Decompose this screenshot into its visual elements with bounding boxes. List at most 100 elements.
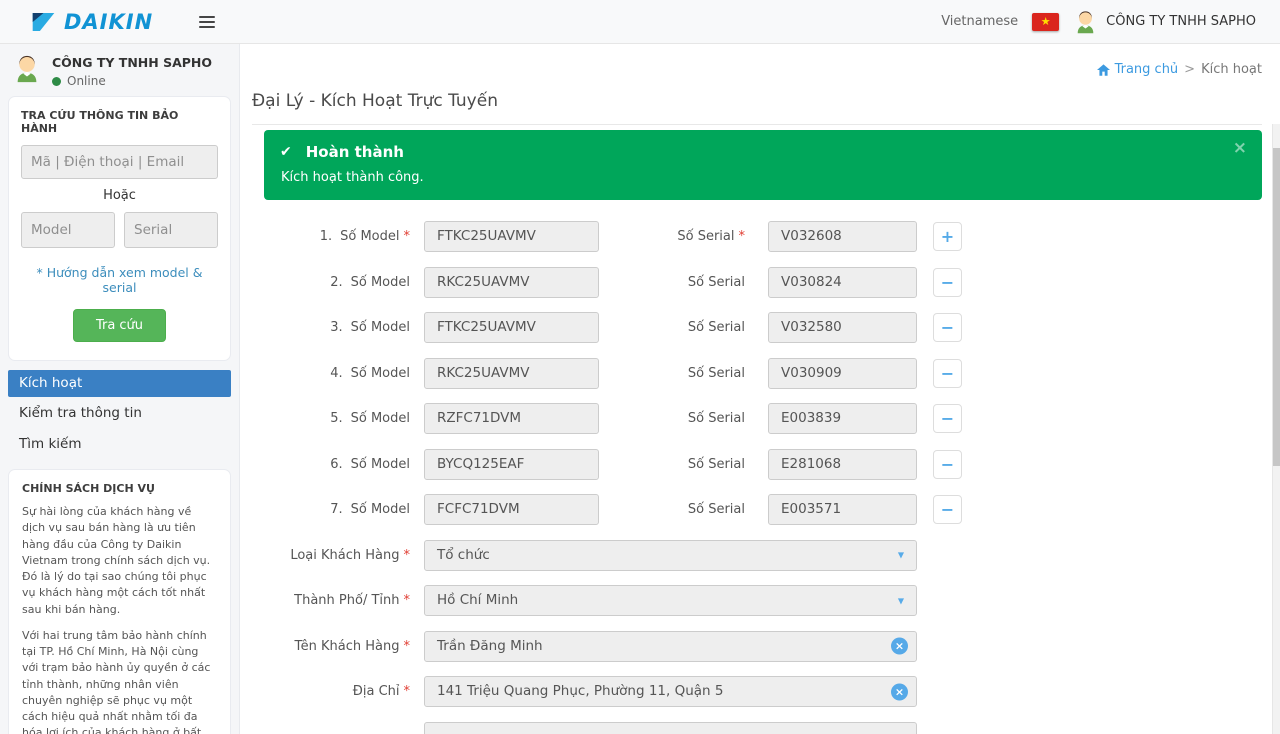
required-asterisk: * (739, 229, 746, 244)
model-label: 2.Số Model* (240, 275, 410, 290)
model-label: 3.Số Model* (240, 320, 410, 335)
device-row: 1.Số Model* FTKC25UAVMV Số Serial* V0326… (240, 214, 1262, 260)
partial-select-field[interactable]: ▼ (424, 722, 917, 734)
clear-icon[interactable]: × (891, 638, 908, 655)
device-row: 4.Số Model* RKC25UAVMV Số Serial* V03090… (240, 351, 1262, 397)
daikin-logo-mark (30, 10, 57, 34)
customer-text-field[interactable]: 141 Triệu Quang Phục, Phường 11, Quận 5 … (424, 676, 917, 707)
top-user-name: CÔNG TY TNHH SAPHO (1106, 14, 1256, 29)
serial-input[interactable]: V030909 (768, 358, 917, 389)
remove-row-button[interactable]: − (933, 313, 962, 342)
device-row: 3.Số Model* FTKC25UAVMV Số Serial* V0325… (240, 305, 1262, 351)
search-button[interactable]: Tra cứu (73, 309, 166, 342)
serial-input[interactable]: V032580 (768, 312, 917, 343)
daikin-logo[interactable]: DAIKIN (30, 10, 153, 34)
model-input[interactable]: BYCQ125EAF (424, 449, 599, 480)
model-input[interactable]: RZFC71DVM (424, 403, 599, 434)
serial-label: Số Serial* (599, 229, 745, 244)
remove-row-button[interactable]: − (933, 404, 962, 433)
scrollbar-thumb[interactable] (1273, 148, 1280, 466)
model-label: 1.Số Model* (240, 229, 410, 244)
customer-field-label: Loại Khách Hàng* (240, 548, 410, 563)
model-label: 7.Số Model* (240, 502, 410, 517)
chevron-down-icon: ▼ (898, 541, 904, 570)
required-asterisk: * (404, 684, 411, 699)
page-title: Đại Lý - Kích Hoạt Trực Tuyến (252, 91, 1262, 125)
add-row-button[interactable]: + (933, 222, 962, 251)
serial-input[interactable]: E003571 (768, 494, 917, 525)
customer-field-label: Thành Phố/ Tỉnh* (240, 593, 410, 608)
serial-input[interactable]: V032608 (768, 221, 917, 252)
serial-search-input[interactable]: Serial (124, 212, 218, 248)
or-label: Hoặc (21, 188, 218, 203)
scrollbar-track (1272, 124, 1280, 734)
daikin-logo-text: DAIKIN (64, 10, 153, 34)
remove-row-button[interactable]: − (933, 450, 962, 479)
customer-select-field[interactable]: Hồ Chí Minh ▼ (424, 585, 917, 616)
menu-icon[interactable] (199, 16, 215, 28)
online-status-label: Online (67, 74, 106, 88)
model-input[interactable]: RKC25UAVMV (424, 358, 599, 389)
avatar (1073, 9, 1098, 34)
required-asterisk: * (404, 593, 411, 608)
customer-field-label: Địa Chỉ* (240, 684, 410, 699)
sidebar-item-search[interactable]: Tìm kiếm (8, 430, 231, 459)
serial-input[interactable]: V030824 (768, 267, 917, 298)
customer-field-row: Địa Chỉ* 141 Triệu Quang Phục, Phường 11… (240, 669, 1262, 715)
customer-text-field[interactable]: Trần Đăng Minh × (424, 631, 917, 662)
model-serial-guide-link[interactable]: * Hướng dẫn xem model & serial (21, 265, 218, 295)
language-label[interactable]: Vietnamese (941, 14, 1018, 29)
model-label: 4.Số Model* (240, 366, 410, 381)
device-row: 6.Số Model* BYCQ125EAF Số Serial* E28106… (240, 442, 1262, 488)
main-content: Trang chủ > Kích hoạt Đại Lý - Kích Hoạt… (240, 44, 1272, 734)
serial-label: Số Serial* (599, 457, 745, 472)
serial-input[interactable]: E003839 (768, 403, 917, 434)
device-row: 2.Số Model* RKC25UAVMV Số Serial* V03082… (240, 260, 1262, 306)
serial-label: Số Serial* (599, 275, 745, 290)
close-icon[interactable]: × (1233, 140, 1247, 157)
activation-form: 1.Số Model* FTKC25UAVMV Số Serial* V0326… (240, 214, 1262, 734)
model-input[interactable]: FTKC25UAVMV (424, 221, 599, 252)
breadcrumb: Trang chủ > Kích hoạt (1097, 62, 1262, 77)
service-policy-card: CHÍNH SÁCH DỊCH VỤ Sự hài lòng của khách… (8, 469, 231, 734)
serial-label: Số Serial* (599, 320, 745, 335)
customer-select-field[interactable]: Tổ chức ▼ (424, 540, 917, 571)
alert-message: Kích hoạt thành công. (280, 170, 1246, 185)
top-bar: DAIKIN Vietnamese ★ CÔNG TY TNHH SAPHO (0, 0, 1280, 44)
warranty-search-card: TRA CỨU THÔNG TIN BẢO HÀNH Mã | Điện tho… (8, 96, 231, 361)
customer-field-row: Loại Khách Hàng* Tổ chức ▼ (240, 533, 1262, 579)
model-label: 6.Số Model* (240, 457, 410, 472)
chevron-down-icon: ▼ (898, 586, 904, 615)
device-row: 5.Số Model* RZFC71DVM Số Serial* E003839… (240, 396, 1262, 442)
user-menu[interactable]: CÔNG TY TNHH SAPHO (1073, 9, 1256, 34)
clear-icon[interactable]: × (891, 683, 908, 700)
sidebar-item-check-info[interactable]: Kiểm tra thông tin (8, 399, 231, 428)
sidebar-item-activate[interactable]: Kích hoạt (8, 370, 231, 397)
success-alert: ✔ Hoàn thành Kích hoạt thành công. × (264, 130, 1262, 200)
code-phone-email-input[interactable]: Mã | Điện thoại | Email (21, 145, 218, 179)
remove-row-button[interactable]: − (933, 268, 962, 297)
required-asterisk: * (404, 229, 411, 244)
serial-input[interactable]: E281068 (768, 449, 917, 480)
vietnam-flag-icon[interactable]: ★ (1032, 13, 1059, 31)
sidebar: CÔNG TY TNHH SAPHO Online TRA CỨU THÔNG … (0, 44, 240, 734)
model-input[interactable]: FTKC25UAVMV (424, 312, 599, 343)
breadcrumb-home-link[interactable]: Trang chủ (1097, 62, 1179, 77)
model-search-input[interactable]: Model (21, 212, 115, 248)
avatar (12, 53, 42, 83)
alert-title: Hoàn thành (306, 143, 404, 161)
customer-field-row: Tên Khách Hàng* Trần Đăng Minh × (240, 624, 1262, 670)
policy-paragraph: Với hai trung tâm bảo hành chính tại TP.… (22, 628, 217, 734)
serial-label: Số Serial* (599, 502, 745, 517)
required-asterisk: * (404, 639, 411, 654)
search-card-title: TRA CỨU THÔNG TIN BẢO HÀNH (21, 109, 218, 135)
model-input[interactable]: FCFC71DVM (424, 494, 599, 525)
serial-label: Số Serial* (599, 411, 745, 426)
required-asterisk: * (404, 548, 411, 563)
model-input[interactable]: RKC25UAVMV (424, 267, 599, 298)
chevron-down-icon: ▼ (898, 723, 904, 734)
remove-row-button[interactable]: − (933, 495, 962, 524)
remove-row-button[interactable]: − (933, 359, 962, 388)
sidebar-user-name: CÔNG TY TNHH SAPHO (52, 55, 212, 70)
sidebar-user-panel: CÔNG TY TNHH SAPHO Online (0, 44, 239, 96)
